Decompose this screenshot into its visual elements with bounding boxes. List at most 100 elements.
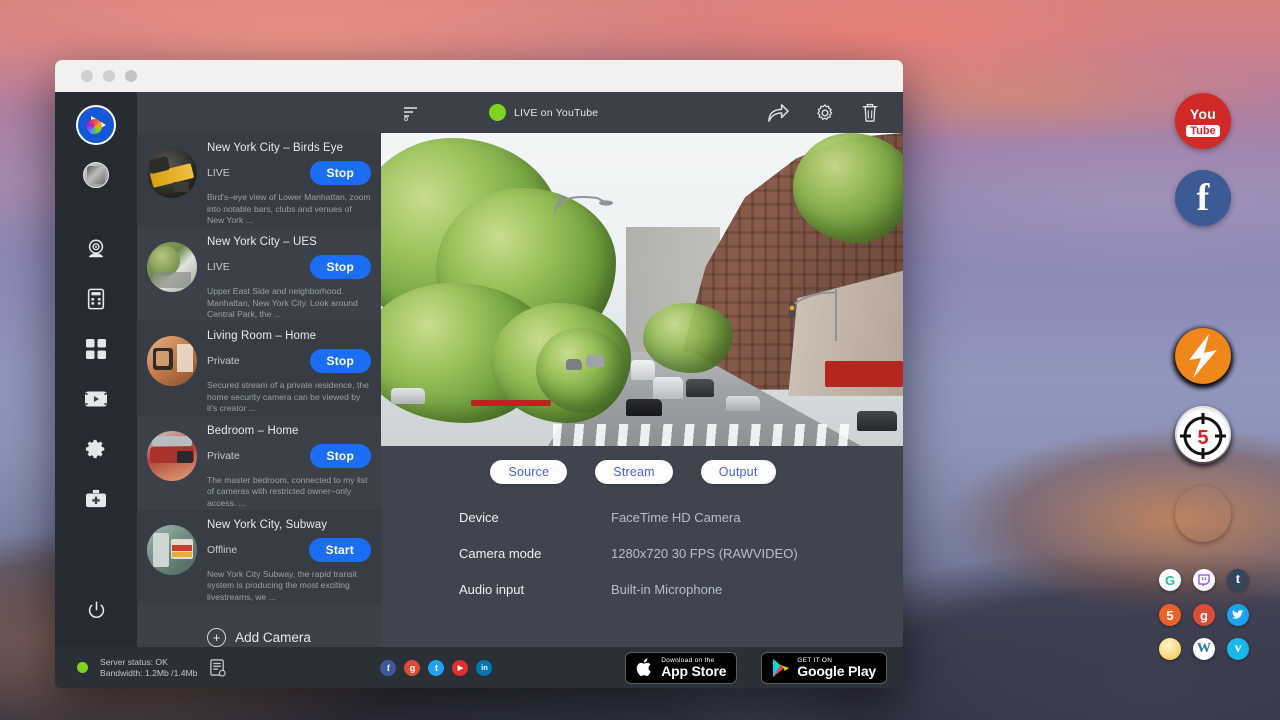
main-toolbar: LIVE on YouTube: [381, 92, 903, 133]
sidebar-item-toolkit[interactable]: [55, 474, 137, 524]
tab-source[interactable]: Source: [490, 460, 567, 484]
mini-icon-tumblr[interactable]: t: [1227, 569, 1249, 591]
preview-awning: [471, 400, 551, 406]
tab-stream[interactable]: Stream: [595, 460, 673, 484]
grid-apps-icon: [85, 338, 107, 360]
camera-action-button[interactable]: Stop: [310, 444, 371, 468]
google-play-icon: [772, 658, 790, 678]
preview-car: [626, 399, 662, 416]
camera-status: Private: [207, 355, 240, 367]
camera-status: LIVE: [207, 167, 230, 179]
mini-icon-shutterstock[interactable]: 5: [1159, 604, 1181, 626]
social-google-plus-icon[interactable]: g: [404, 660, 420, 676]
window-close-button[interactable]: [81, 70, 93, 82]
camera-status-row: LIVE Stop: [207, 255, 371, 279]
share-button[interactable]: [759, 103, 797, 123]
camera-list-item[interactable]: New York City, Subway Offline Start New …: [137, 510, 381, 604]
app-store-badge[interactable]: Download on the App Store: [625, 652, 737, 684]
camera-description: The master bedroom, connected to my list…: [207, 475, 371, 510]
desktop-icon-youtube[interactable]: You Tube: [1175, 93, 1231, 149]
camera-description: Upper East Side and neighborhood. Manhat…: [207, 286, 371, 321]
status-bar: Server status: OK Bandwidth: 1.2Mb /1.4M…: [55, 647, 903, 688]
sidebar-item-apps[interactable]: [55, 324, 137, 374]
mini-icon-google-plus[interactable]: g: [1193, 604, 1215, 626]
video-preview[interactable]: [381, 133, 903, 446]
info-value: Built-in Microphone: [611, 582, 722, 597]
camera-list-item[interactable]: Living Room – Home Private Stop Secured …: [137, 321, 381, 415]
plus-icon: +: [207, 628, 226, 647]
info-row-camera-mode: Camera mode 1280x720 30 FPS (RAWVIDEO): [459, 546, 903, 561]
grammarly-glyph: G: [1165, 573, 1175, 588]
info-label: Audio input: [459, 582, 611, 597]
camera-status-row: LIVE Stop: [207, 161, 371, 185]
social-linkedin-icon[interactable]: in: [476, 660, 492, 676]
camera-thumbnail: [147, 336, 197, 386]
shutterstock-glyph: 5: [1166, 608, 1173, 623]
camera-action-button[interactable]: Stop: [310, 161, 371, 185]
camera-title: New York City – Birds Eye: [207, 142, 371, 154]
gear-icon: [85, 438, 107, 460]
google-plus-glyph: g: [1200, 608, 1208, 623]
sidebar-item-settings[interactable]: [55, 424, 137, 474]
server-status-line: Server status: OK: [100, 657, 197, 668]
server-status-text: Server status: OK Bandwidth: 1.2Mb /1.4M…: [100, 657, 197, 679]
window-minimize-button[interactable]: [103, 70, 115, 82]
log-button[interactable]: [209, 659, 226, 677]
preview-car: [631, 360, 655, 380]
social-twitter-icon[interactable]: t: [428, 660, 444, 676]
camera-list-item[interactable]: Bedroom – Home Private Stop The master b…: [137, 416, 381, 510]
google-play-badge[interactable]: GET IT ON Google Play: [761, 652, 887, 684]
server-status-indicator: [77, 662, 88, 673]
camera-info: New York City, Subway Offline Start New …: [207, 516, 371, 604]
facebook-glyph: f: [1197, 178, 1210, 218]
camera-list-item[interactable]: New York City – Birds Eye LIVE Stop Bird…: [137, 133, 381, 227]
apple-icon: [636, 657, 654, 678]
gap5: [1175, 486, 1231, 542]
app-logo-icon[interactable]: [76, 105, 116, 145]
info-row-device: Device FaceTime HD Camera: [459, 510, 903, 525]
camera-action-button[interactable]: Stop: [310, 349, 371, 373]
camera-status-row: Offline Start: [207, 538, 371, 562]
mini-icon-vimeo[interactable]: v: [1227, 638, 1249, 660]
camera-action-button[interactable]: Stop: [310, 255, 371, 279]
camera-thumbnail: [147, 148, 197, 198]
live-indicator-dot: [489, 104, 506, 121]
mini-icon-twitch[interactable]: [1193, 569, 1215, 591]
filter-sort-button[interactable]: [403, 105, 419, 121]
sidebar-item-power[interactable]: [55, 601, 137, 620]
desktop-icon-facebook[interactable]: f: [1175, 170, 1231, 226]
camera-action-button[interactable]: Start: [309, 538, 371, 562]
sidebar-item-report[interactable]: [55, 274, 137, 324]
camera-thumbnail: [147, 242, 197, 292]
camera-list-item[interactable]: New York City – UES LIVE Stop Upper East…: [137, 227, 381, 321]
delete-button[interactable]: [853, 103, 887, 123]
camera-status: Offline: [207, 544, 237, 556]
social-youtube-icon[interactable]: ▶: [452, 660, 468, 676]
mini-icon-grammarly[interactable]: G: [1159, 569, 1181, 591]
add-camera-button[interactable]: + Add Camera: [137, 628, 381, 647]
logo-color-wheel: [87, 119, 102, 134]
share-arrow-icon: [767, 103, 789, 123]
mini-icon-flickr[interactable]: [1159, 638, 1181, 660]
tab-output[interactable]: Output: [701, 460, 776, 484]
settings-button[interactable]: [807, 103, 843, 123]
source-info: Device FaceTime HD Camera Camera mode 12…: [381, 484, 903, 618]
mini-icon-wordpress[interactable]: W: [1193, 638, 1215, 660]
desktop-icon-target5[interactable]: 5: [1177, 410, 1229, 462]
window-maximize-button[interactable]: [125, 70, 137, 82]
youtube-bottom-text: Tube: [1186, 125, 1219, 137]
preview-crosswalk: [553, 424, 856, 446]
video-player-icon: [84, 389, 108, 409]
camera-status-row: Private Stop: [207, 349, 371, 373]
sidebar-item-video[interactable]: [55, 374, 137, 424]
camera-status-row: Private Stop: [207, 444, 371, 468]
window-body: New York City – Birds Eye LIVE Stop Bird…: [55, 92, 903, 647]
social-facebook-icon[interactable]: f: [380, 660, 396, 676]
info-label: Device: [459, 510, 611, 525]
sidebar-item-camera[interactable]: [55, 224, 137, 274]
user-avatar[interactable]: [83, 162, 109, 188]
camera-title: Bedroom – Home: [207, 425, 371, 437]
preview-tabs: Source Stream Output: [381, 446, 903, 484]
mini-icon-twitter[interactable]: [1227, 604, 1249, 626]
preview-streetlamp-icon: [553, 193, 623, 215]
